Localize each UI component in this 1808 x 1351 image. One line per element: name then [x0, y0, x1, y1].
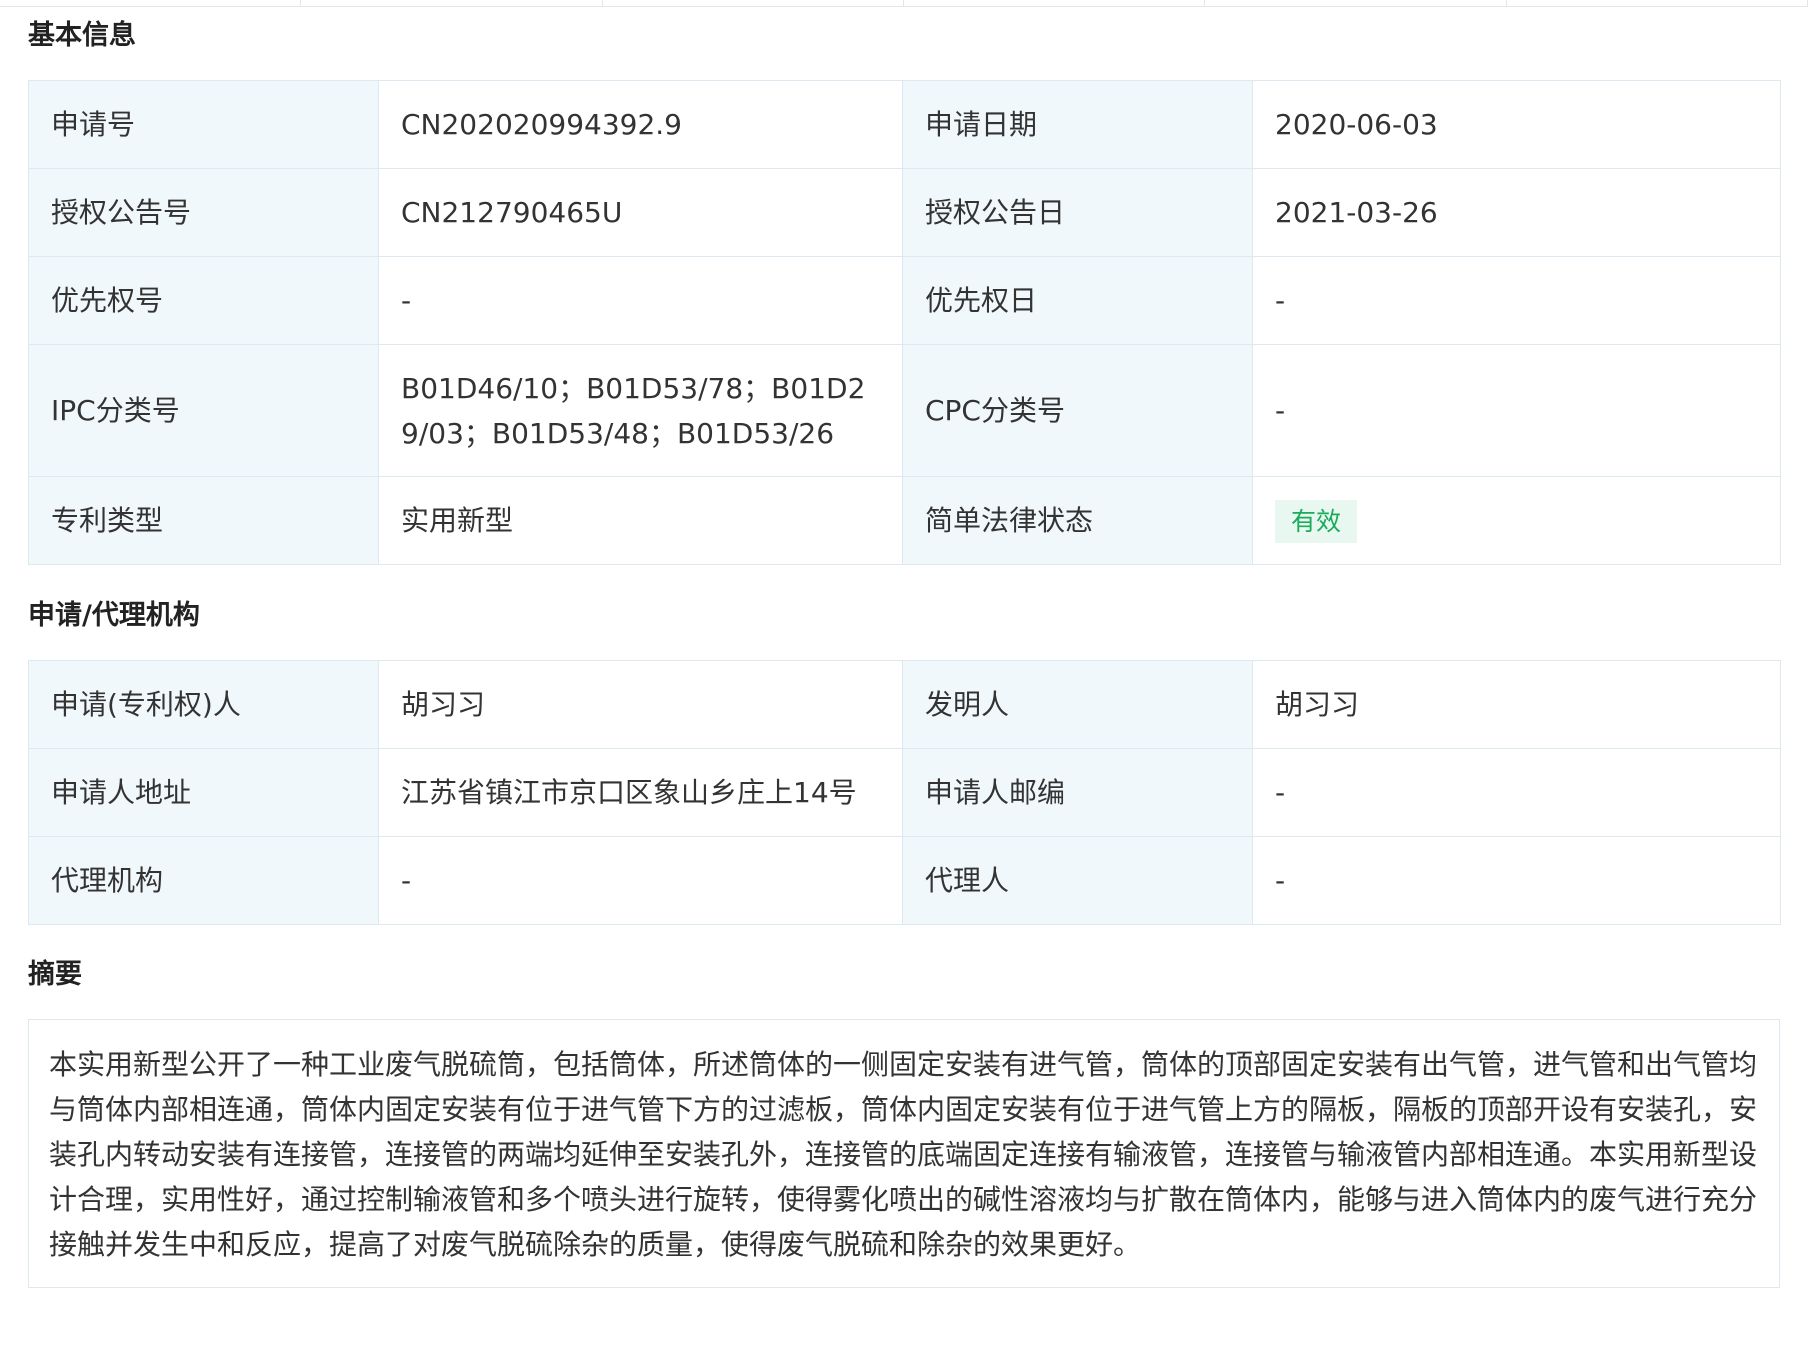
table-row: 代理机构 - 代理人 - [28, 836, 1781, 925]
grant-number-label: 授权公告号 [28, 168, 379, 257]
priority-number-label: 优先权号 [28, 256, 379, 345]
section-title-agency: 申请/代理机构 [28, 600, 200, 631]
table-row: 优先权号 - 优先权日 - [28, 256, 1781, 345]
table-row: 授权公告号 CN212790465U 授权公告日 2021-03-26 [28, 168, 1781, 257]
priority-number-value: - [378, 256, 903, 345]
section-title-basic-info: 基本信息 [28, 20, 136, 51]
grant-number-value: CN212790465U [378, 168, 903, 257]
section-title-abstract: 摘要 [28, 959, 82, 990]
applicant-address-value: 江苏省镇江市京口区象山乡庄上14号 [378, 748, 903, 837]
patent-type-value: 实用新型 [378, 476, 903, 565]
application-date-value: 2020-06-03 [1252, 80, 1781, 169]
priority-date-label: 优先权日 [902, 256, 1253, 345]
legal-status-label: 简单法律状态 [902, 476, 1253, 565]
legal-status-cell: 有效 [1252, 476, 1781, 565]
application-number-value: CN202020994392.9 [378, 80, 903, 169]
inventor-value: 胡习习 [1252, 660, 1781, 749]
status-badge: 有效 [1275, 500, 1358, 543]
agent-label: 代理人 [902, 836, 1253, 925]
applicant-address-label: 申请人地址 [28, 748, 379, 837]
applicant-postcode-value: - [1252, 748, 1781, 837]
agency-label: 代理机构 [28, 836, 379, 925]
ipc-label: IPC分类号 [28, 344, 379, 477]
table-row: 申请号 CN202020994392.9 申请日期 2020-06-03 [28, 80, 1781, 169]
applicant-postcode-label: 申请人邮编 [902, 748, 1253, 837]
application-date-label: 申请日期 [902, 80, 1253, 169]
basic-info-table: 申请号 CN202020994392.9 申请日期 2020-06-03 授权公… [28, 80, 1781, 565]
applicant-value: 胡习习 [378, 660, 903, 749]
application-number-label: 申请号 [28, 80, 379, 169]
grant-date-value: 2021-03-26 [1252, 168, 1781, 257]
grant-date-label: 授权公告日 [902, 168, 1253, 257]
inventor-label: 发明人 [902, 660, 1253, 749]
table-row: 专利类型 实用新型 简单法律状态 有效 [28, 476, 1781, 565]
priority-date-value: - [1252, 256, 1781, 345]
abstract-text: 本实用新型公开了一种工业废气脱硫筒，包括筒体，所述筒体的一侧固定安装有进气管，筒… [28, 1019, 1780, 1288]
table-row: 申请人地址 江苏省镇江市京口区象山乡庄上14号 申请人邮编 - [28, 748, 1781, 837]
ipc-value: B01D46/10；B01D53/78；B01D29/03；B01D53/48；… [378, 344, 903, 477]
patent-detail-page: 基本信息 申请号 CN202020994392.9 申请日期 2020-06-0… [28, 0, 1781, 1288]
agent-value: - [1252, 836, 1781, 925]
agency-info-table: 申请(专利权)人 胡习习 发明人 胡习习 申请人地址 江苏省镇江市京口区象山乡庄… [28, 660, 1781, 925]
patent-type-label: 专利类型 [28, 476, 379, 565]
table-row: 申请(专利权)人 胡习习 发明人 胡习习 [28, 660, 1781, 749]
applicant-label: 申请(专利权)人 [28, 660, 379, 749]
cpc-value: - [1252, 344, 1781, 477]
cpc-label: CPC分类号 [902, 344, 1253, 477]
table-row: IPC分类号 B01D46/10；B01D53/78；B01D29/03；B01… [28, 344, 1781, 477]
agency-value: - [378, 836, 903, 925]
